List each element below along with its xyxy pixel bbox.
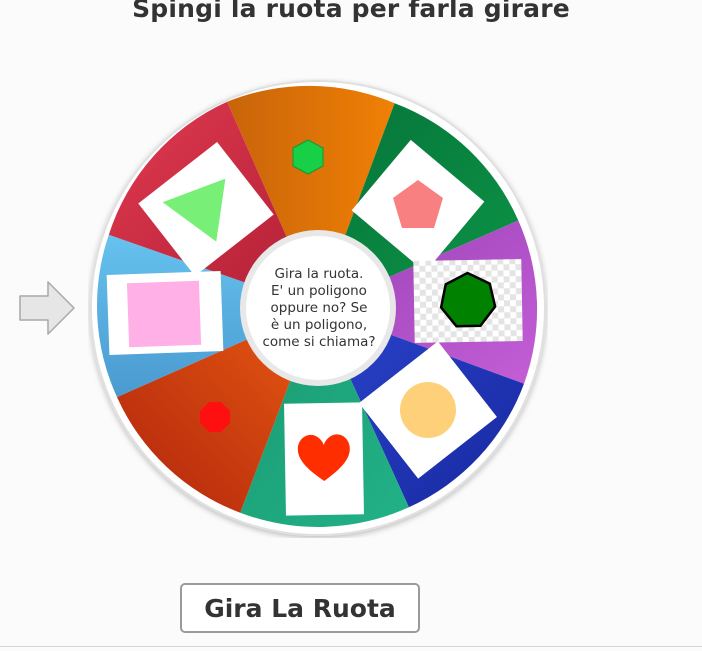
question-text: Gira la ruota. E' un poligono oppure no?… [250, 258, 388, 358]
question-line: è un poligono, [270, 316, 368, 333]
page: Spingi la ruota per farla girare Gira la… [0, 0, 702, 651]
page-title: Spingi la ruota per farla girare [132, 0, 570, 23]
question-line: E' un poligono [271, 282, 367, 299]
spin-button[interactable]: Gira La Ruota [180, 583, 420, 633]
question-line: oppure no? Se [270, 299, 368, 316]
pointer-arrow-icon [19, 281, 75, 335]
green-hexagon-icon [292, 139, 324, 175]
red-octagon-icon [200, 402, 230, 432]
question-line: come si chiama? [262, 333, 376, 350]
pink-square-icon [126, 280, 202, 348]
divider [0, 646, 702, 647]
question-line: Gira la ruota. [274, 265, 364, 282]
